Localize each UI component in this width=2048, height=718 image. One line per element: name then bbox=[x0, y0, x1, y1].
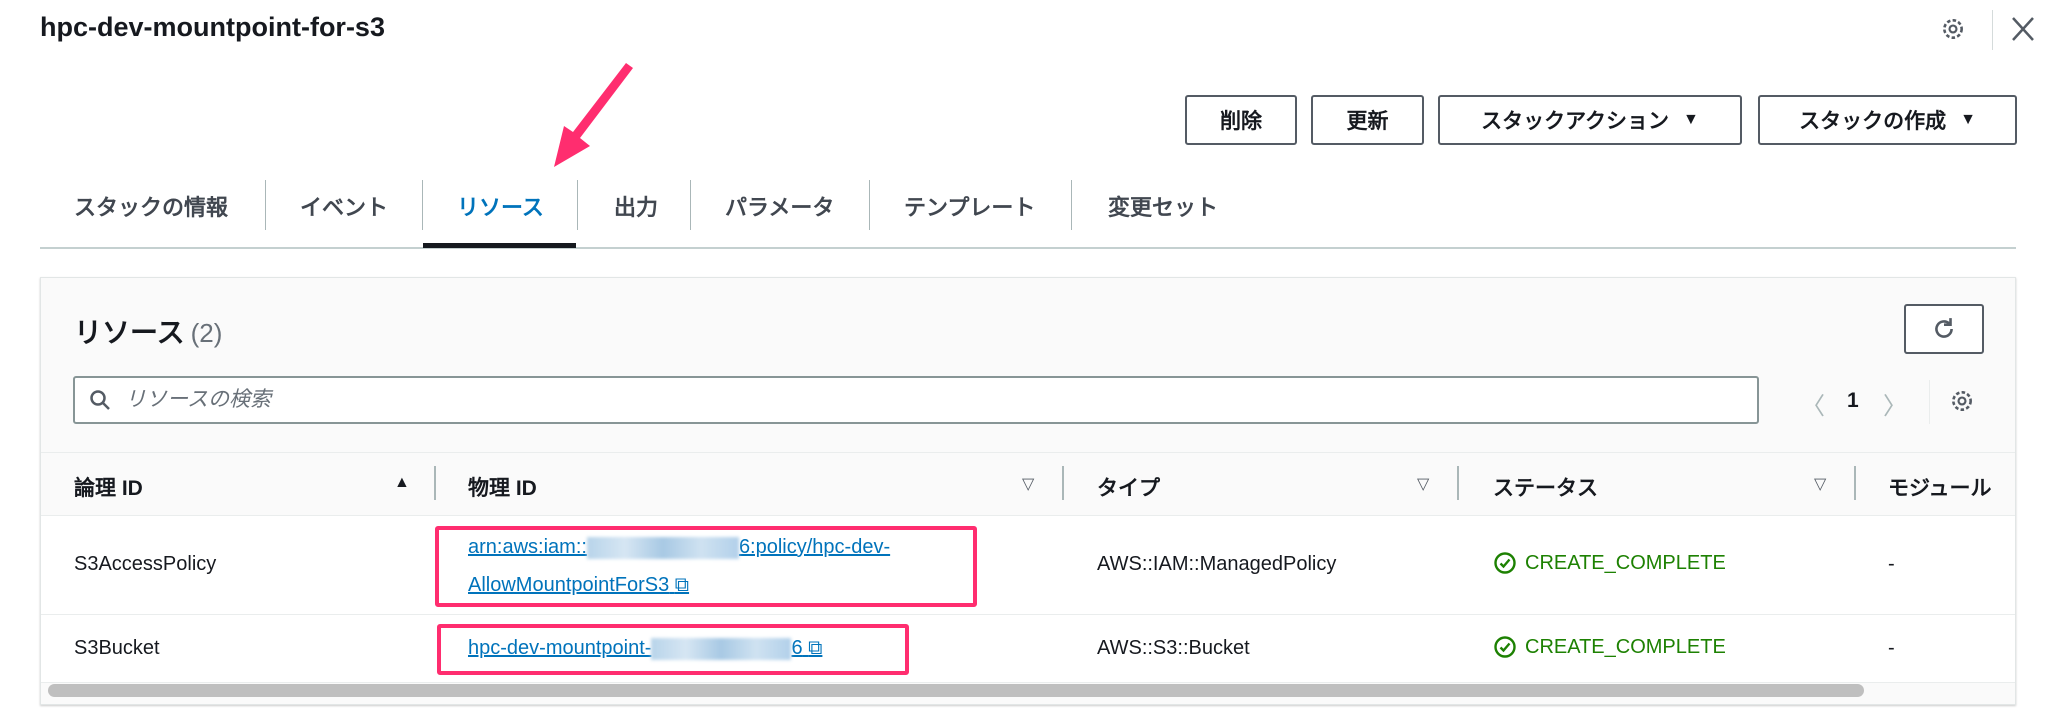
stack-actions-label: スタックアクション bbox=[1481, 110, 1670, 133]
tab-divider bbox=[265, 180, 266, 230]
tab-divider bbox=[869, 180, 870, 230]
page-title: hpc-dev-mountpoint-for-s3 bbox=[40, 12, 385, 42]
column-header-physical-id[interactable]: 物理 ID bbox=[468, 472, 537, 502]
sort-icon[interactable]: ▽ bbox=[1814, 474, 1826, 494]
tab-stack-info[interactable]: スタックの情報 bbox=[74, 190, 228, 222]
column-resizer[interactable] bbox=[1854, 466, 1856, 500]
success-check-icon bbox=[1494, 636, 1516, 658]
active-tab-indicator bbox=[423, 243, 576, 248]
stack-actions-button[interactable]: スタックアクション ▼ bbox=[1438, 95, 1742, 145]
settings-gear-icon[interactable] bbox=[1940, 16, 1966, 47]
delete-button[interactable]: 削除 bbox=[1185, 95, 1297, 145]
sort-icon[interactable]: ▽ bbox=[1022, 474, 1034, 494]
search-icon bbox=[90, 390, 110, 410]
tab-outputs[interactable]: 出力 bbox=[614, 190, 658, 222]
column-header-logical-id[interactable]: 論理 ID bbox=[74, 472, 143, 502]
logical-id: S3Bucket bbox=[74, 637, 160, 659]
annotation-arrow-icon bbox=[554, 63, 633, 167]
status-text: CREATE_COMPLETE bbox=[1525, 635, 1726, 658]
create-stack-button[interactable]: スタックの作成 ▼ bbox=[1758, 95, 2017, 145]
table-row: S3Bucket hpc-dev-mountpoint- 6 ⧉ AWS::S3:… bbox=[41, 615, 2015, 683]
sort-ascending-icon[interactable]: ▲ bbox=[394, 474, 410, 492]
sort-icon[interactable]: ▽ bbox=[1417, 474, 1429, 494]
table-row: S3AccessPolicy arn:aws:iam:: 6:policy/hpc… bbox=[41, 516, 2015, 615]
column-header-type[interactable]: タイプ bbox=[1097, 472, 1160, 502]
tab-divider bbox=[690, 180, 691, 230]
column-header-status[interactable]: ステータス bbox=[1493, 472, 1598, 502]
module: - bbox=[1888, 553, 1895, 575]
highlight-box bbox=[437, 624, 909, 675]
refresh-icon bbox=[1935, 318, 1953, 338]
refresh-button[interactable] bbox=[1904, 304, 1984, 354]
tab-divider bbox=[422, 180, 423, 230]
current-page[interactable]: 1 bbox=[1847, 389, 1859, 413]
tab-divider bbox=[1071, 180, 1072, 230]
resources-title: リソース bbox=[74, 317, 185, 348]
pager-divider bbox=[1929, 380, 1930, 424]
column-resizer[interactable] bbox=[434, 466, 436, 500]
success-check-icon bbox=[1494, 552, 1516, 574]
resources-heading: リソース (2) bbox=[74, 311, 222, 351]
column-resizer[interactable] bbox=[1062, 466, 1064, 500]
status: CREATE_COMPLETE bbox=[1493, 551, 1726, 575]
resources-count: (2) bbox=[190, 318, 223, 348]
table-preferences-gear-icon[interactable] bbox=[1949, 388, 1975, 419]
create-stack-label: スタックの作成 bbox=[1799, 110, 1947, 133]
status: CREATE_COMPLETE bbox=[1493, 635, 1726, 659]
search-input[interactable] bbox=[125, 388, 1757, 412]
column-header-module[interactable]: モジュール bbox=[1888, 472, 1992, 502]
highlight-box bbox=[435, 526, 977, 607]
horizontal-scrollbar[interactable] bbox=[48, 684, 1864, 697]
resource-type: AWS::S3::Bucket bbox=[1097, 637, 1250, 659]
next-page-icon[interactable]: 〉 bbox=[1883, 386, 1907, 421]
tab-change-sets[interactable]: 変更セット bbox=[1108, 190, 1218, 222]
status-text: CREATE_COMPLETE bbox=[1525, 551, 1726, 574]
module: - bbox=[1888, 637, 1895, 659]
tab-parameters[interactable]: パラメータ bbox=[725, 190, 834, 222]
header-divider bbox=[1992, 10, 1993, 50]
column-resizer[interactable] bbox=[1457, 466, 1459, 500]
tabs-baseline bbox=[40, 247, 2016, 249]
search-field[interactable] bbox=[73, 376, 1759, 424]
caret-down-icon: ▼ bbox=[1683, 111, 1699, 128]
tab-divider bbox=[577, 180, 578, 230]
update-button[interactable]: 更新 bbox=[1311, 95, 1424, 145]
logical-id: S3AccessPolicy bbox=[74, 553, 217, 575]
tab-resources[interactable]: リソース bbox=[457, 190, 544, 222]
prev-page-icon[interactable]: 〈 bbox=[1801, 386, 1825, 421]
close-icon[interactable] bbox=[2010, 14, 2036, 49]
caret-down-icon: ▼ bbox=[1960, 111, 1976, 128]
tab-template[interactable]: テンプレート bbox=[904, 190, 1035, 222]
resource-type: AWS::IAM::ManagedPolicy bbox=[1097, 553, 1337, 575]
tab-events[interactable]: イベント bbox=[300, 190, 388, 222]
